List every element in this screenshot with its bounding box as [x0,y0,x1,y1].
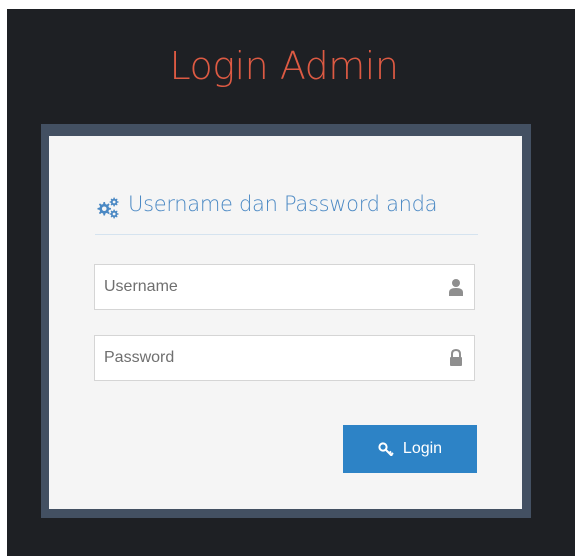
key-icon [378,442,394,456]
lock-icon [450,349,462,366]
username-input[interactable] [95,265,444,309]
page-title: Login Admin [169,44,399,88]
user-icon [449,279,463,296]
login-box: Username dan Password anda Login [49,136,522,509]
username-field[interactable] [94,264,475,310]
login-box-heading: Username dan Password anda [128,192,438,216]
login-button-label: Login [402,440,443,457]
password-field[interactable] [94,335,475,381]
login-button[interactable]: Login [343,425,477,473]
login-box-border: Username dan Password anda Login [41,124,531,518]
login-box-header: Username dan Password anda [95,186,478,235]
cogs-icon [97,197,119,219]
password-input[interactable] [95,336,444,380]
